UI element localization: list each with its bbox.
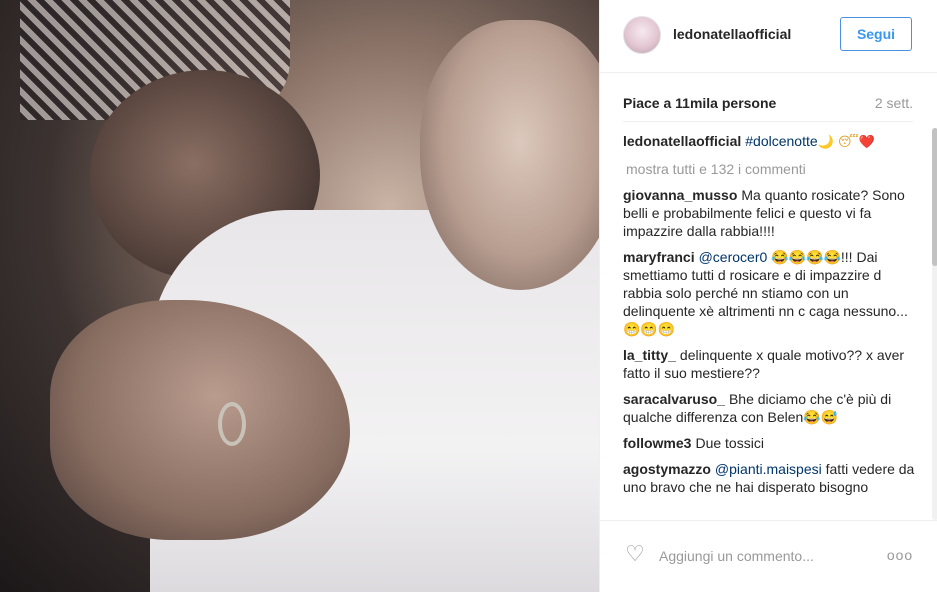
comment-username[interactable]: la_titty_: [623, 347, 676, 363]
comments-scrollbar[interactable]: [932, 128, 937, 520]
comment-username[interactable]: maryfranci: [623, 249, 695, 265]
comment-footer: ♡ ooo: [600, 520, 937, 593]
comment: la_titty_ delinquente x quale motivo?? x …: [623, 346, 915, 382]
divider: [623, 121, 913, 122]
post-photo[interactable]: [0, 0, 599, 592]
follow-button[interactable]: Segui: [840, 17, 912, 51]
heart-outline-icon[interactable]: ♡: [623, 543, 647, 567]
likes-count[interactable]: Piace a 11mila persone: [623, 95, 776, 111]
comment: giovanna_musso Ma quanto rosicate? Sono b…: [623, 186, 915, 240]
more-options-icon[interactable]: ooo: [885, 543, 915, 567]
comment-input[interactable]: [657, 543, 861, 569]
comment: agostymazzo @pianti.maispesi fatti vedere…: [623, 460, 915, 496]
comment-mention[interactable]: @cerocer0: [699, 249, 768, 265]
caption: ledonatellaofficial #dolcenotte🌙 😴❤️: [623, 132, 915, 152]
likes-row: Piace a 11mila persone 2 sett.: [623, 95, 913, 113]
comment-username[interactable]: agostymazzo: [623, 461, 711, 477]
comment: saracalvaruso_ Bhe diciamo che c'è più di…: [623, 390, 915, 426]
comment-username[interactable]: followme3: [623, 435, 691, 451]
scrollbar-thumb[interactable]: [932, 128, 937, 266]
post-time[interactable]: 2 sett.: [875, 95, 913, 111]
post-side-panel: ledonatellaofficial Segui Piace a 11mila…: [599, 0, 937, 592]
comment-mention[interactable]: @pianti.maispesi: [715, 461, 822, 477]
caption-emoji: 🌙 😴❤️: [817, 135, 876, 150]
comments-list[interactable]: ledonatellaofficial #dolcenotte🌙 😴❤️ most…: [623, 130, 915, 520]
avatar[interactable]: [623, 16, 661, 54]
caption-hashtag[interactable]: #dolcenotte: [745, 133, 817, 149]
post-header: ledonatellaofficial Segui: [600, 0, 937, 73]
ring: [218, 402, 246, 446]
comment: followme3 Due tossici: [623, 434, 915, 452]
comment: maryfranci @cerocer0 😂😂😂😂!!! Dai smettiam…: [623, 248, 915, 338]
comment-text: Due tossici: [695, 435, 764, 451]
caption-username[interactable]: ledonatellaofficial: [623, 133, 741, 149]
comment-username[interactable]: giovanna_musso: [623, 187, 737, 203]
show-all-comments-link[interactable]: mostra tutti e 132 i commenti: [626, 160, 915, 178]
comment-username[interactable]: saracalvaruso_: [623, 391, 725, 407]
header-username[interactable]: ledonatellaofficial: [673, 26, 791, 42]
